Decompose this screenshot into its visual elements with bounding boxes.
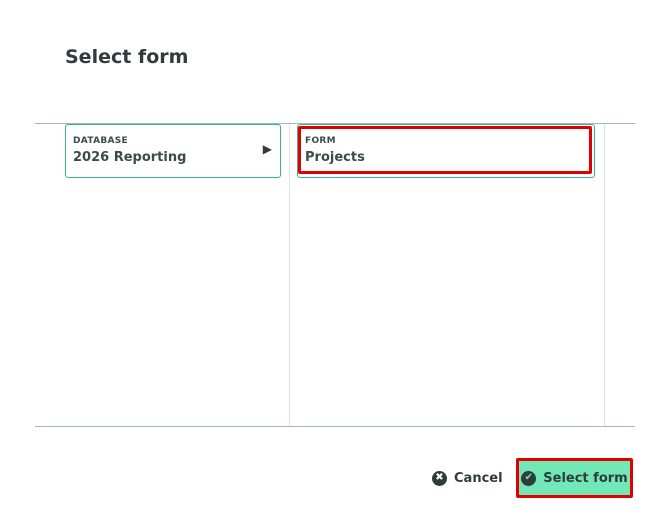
- triangle-right-icon: ▶: [262, 142, 272, 156]
- column-divider: [289, 124, 290, 426]
- dialog-title: Select form: [65, 46, 189, 68]
- check-circle-icon: ✔: [521, 470, 537, 486]
- select-form-button[interactable]: ✔ Select form: [516, 458, 633, 498]
- column-divider: [604, 124, 605, 426]
- database-item[interactable]: DATABASE 2026 Reporting ▶: [65, 124, 281, 178]
- select-form-label: Select form: [543, 470, 628, 486]
- selection-highlight: [298, 126, 592, 174]
- cancel-label: Cancel: [454, 470, 503, 486]
- database-kind-label: DATABASE: [73, 136, 128, 146]
- cancel-button[interactable]: ✖ Cancel: [432, 466, 503, 490]
- database-name: 2026 Reporting: [73, 150, 187, 165]
- form-item[interactable]: FORM Projects: [297, 124, 595, 178]
- close-circle-icon: ✖: [432, 470, 447, 486]
